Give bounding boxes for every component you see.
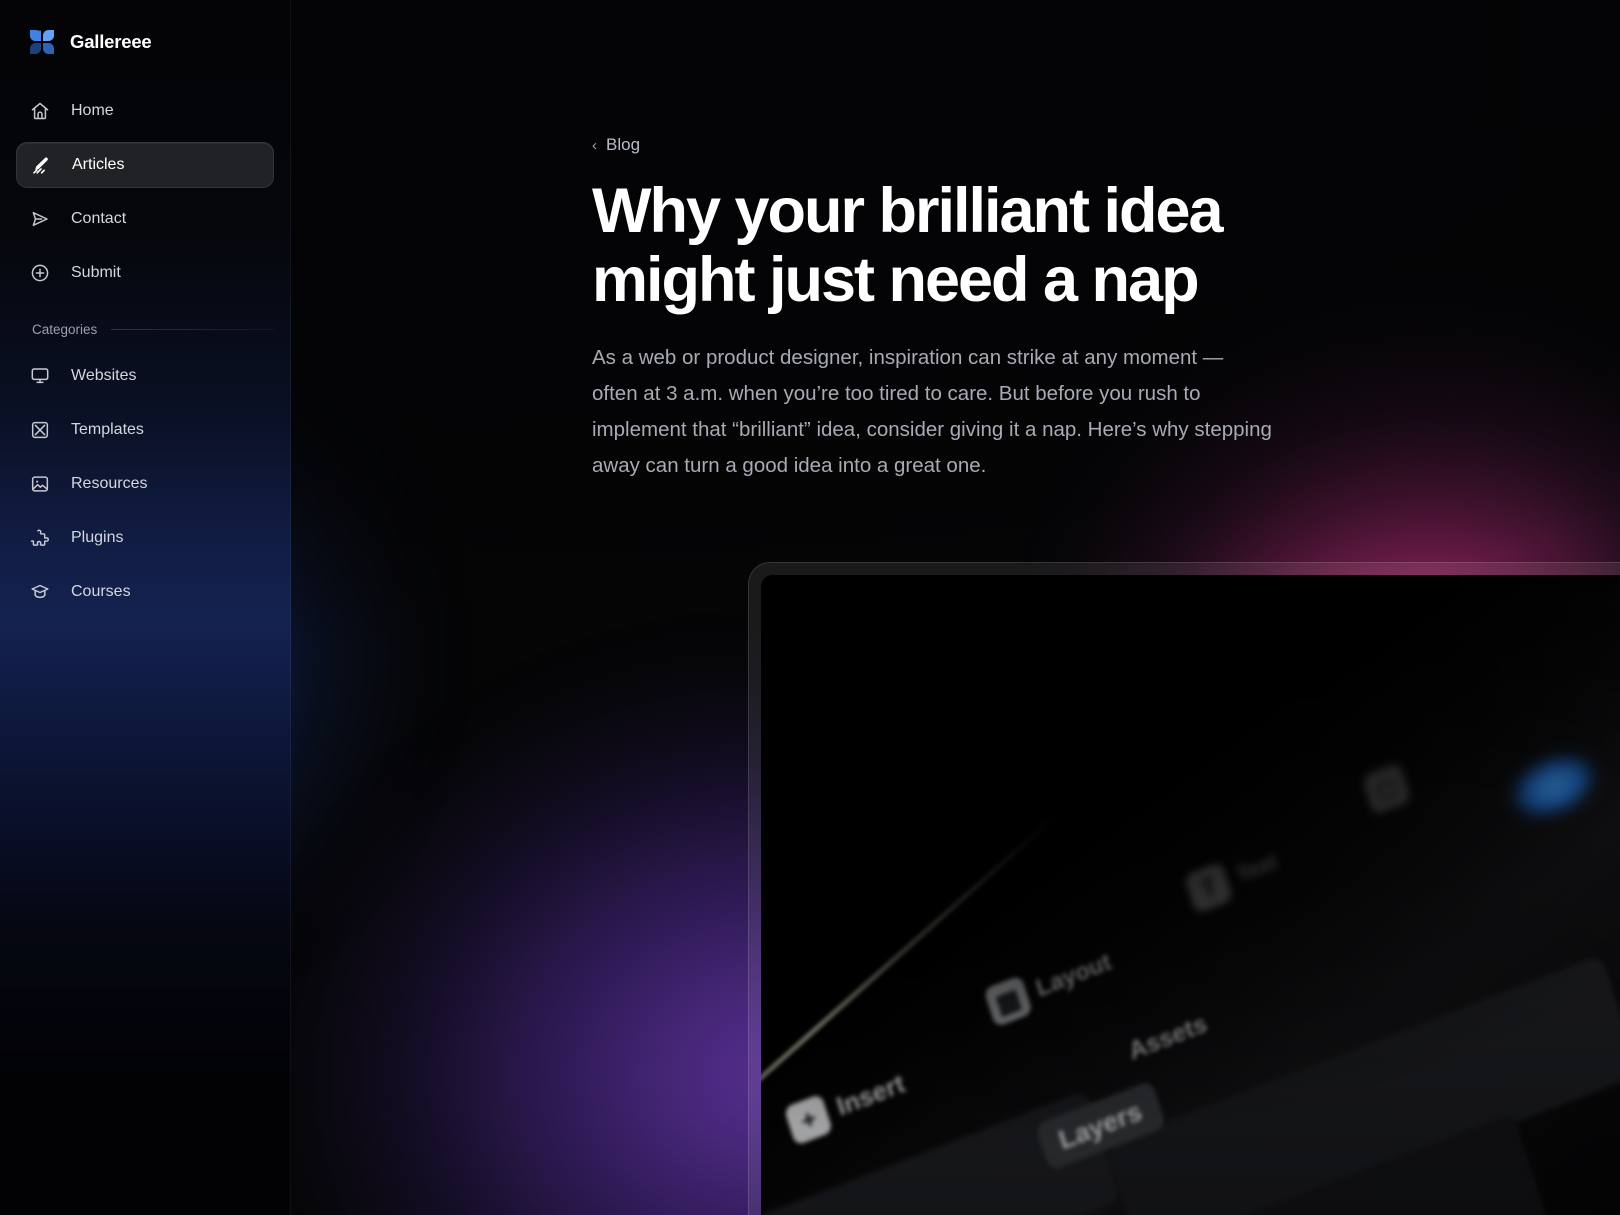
sidebar-item-websites[interactable]: Websites bbox=[16, 353, 274, 399]
sidebar-item-label: Resources bbox=[71, 475, 148, 492]
sidebar-item-label: Contact bbox=[71, 210, 127, 227]
sidebar-item-plugins[interactable]: Plugins bbox=[16, 515, 274, 561]
image-icon bbox=[30, 474, 50, 494]
hero-image-frame: + Insert ▦ Layout T Text ◻ bbox=[748, 562, 1620, 1215]
breadcrumb-blog[interactable]: ‹ Blog bbox=[592, 135, 640, 155]
sidebar-item-home[interactable]: Home bbox=[16, 88, 274, 134]
main-content: ‹ Blog Why your brilliant idea might jus… bbox=[291, 0, 1620, 1215]
send-icon bbox=[30, 209, 50, 229]
primary-nav: Home Articles Contact Submit bbox=[0, 88, 290, 296]
article-lede: As a web or product designer, inspiratio… bbox=[592, 345, 1272, 478]
sidebar-item-label: Websites bbox=[71, 367, 137, 384]
clover-logo-icon bbox=[28, 28, 56, 56]
sidebar-item-label: Articles bbox=[72, 156, 125, 173]
sidebar-item-label: Submit bbox=[71, 264, 121, 281]
brand[interactable]: Gallereee bbox=[0, 0, 290, 58]
brand-name: Gallereee bbox=[70, 31, 152, 52]
sidebar-item-contact[interactable]: Contact bbox=[16, 196, 274, 242]
hero-image-vignette bbox=[761, 575, 1620, 1215]
sidebar-item-courses[interactable]: Courses bbox=[16, 569, 274, 615]
categories-label: Categories bbox=[32, 322, 98, 337]
sidebar: Gallereee Home Articles Contact Submit C… bbox=[0, 0, 291, 1215]
template-frame-icon bbox=[30, 420, 50, 440]
page-title: Why your brilliant idea might just need … bbox=[592, 176, 1224, 316]
categories-nav: Websites Templates Resources Plugins Cou… bbox=[0, 345, 290, 615]
divider bbox=[111, 329, 274, 330]
sidebar-item-label: Plugins bbox=[71, 529, 124, 546]
sidebar-item-label: Templates bbox=[71, 421, 144, 438]
sidebar-item-label: Home bbox=[71, 102, 114, 119]
sidebar-item-label: Courses bbox=[71, 583, 131, 600]
sidebar-item-templates[interactable]: Templates bbox=[16, 407, 274, 453]
app-root: Gallereee Home Articles Contact Submit C… bbox=[0, 0, 1620, 1215]
hero-image: + Insert ▦ Layout T Text ◻ bbox=[761, 575, 1620, 1215]
graduation-cap-icon bbox=[30, 582, 50, 602]
sidebar-item-articles[interactable]: Articles bbox=[16, 142, 274, 188]
chevron-left-icon: ‹ bbox=[592, 136, 597, 154]
home-icon bbox=[30, 101, 50, 121]
pencil-lines-icon bbox=[31, 155, 51, 175]
sidebar-item-resources[interactable]: Resources bbox=[16, 461, 274, 507]
monitor-icon bbox=[30, 366, 50, 386]
puzzle-piece-icon bbox=[30, 528, 50, 548]
article-header: ‹ Blog Why your brilliant idea might jus… bbox=[592, 0, 1292, 485]
plus-circle-icon bbox=[30, 263, 50, 283]
sidebar-item-submit[interactable]: Submit bbox=[16, 250, 274, 296]
categories-heading: Categories bbox=[32, 322, 274, 337]
breadcrumb-label: Blog bbox=[606, 135, 641, 154]
